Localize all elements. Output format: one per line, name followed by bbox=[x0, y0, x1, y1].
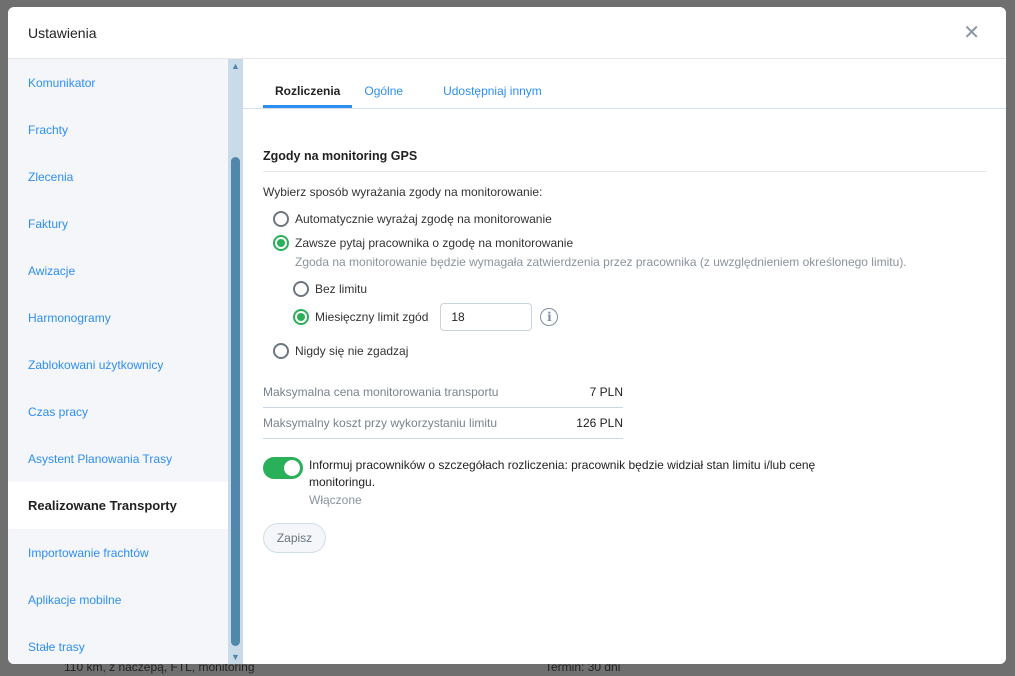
sidebar-item-faktury[interactable]: Faktury bbox=[8, 200, 228, 247]
radio-auto[interactable]: Automatycznie wyrażaj zgodę na monitorow… bbox=[273, 207, 986, 231]
radio-label: Automatycznie wyrażaj zgodę na monitorow… bbox=[295, 212, 552, 226]
sidebar-item-realizowane-transporty[interactable]: Realizowane Transporty bbox=[8, 482, 228, 529]
sidebar-scrollbar[interactable]: ▲ ▼ bbox=[228, 59, 243, 664]
row-label: Maksymalna cena monitorowania transportu bbox=[263, 385, 499, 399]
settings-dialog: Ustawienia ✕ Komunikator Frachty Zleceni… bbox=[8, 7, 1006, 664]
section-title: Zgody na monitoring GPS bbox=[263, 149, 986, 172]
settings-main: Rozliczenia Ogólne Udostępniaj innym Zgo… bbox=[243, 59, 1006, 664]
sidebar-item-zablokowani[interactable]: Zablokowani użytkownicy bbox=[8, 341, 228, 388]
radio-label: Nigdy się nie zgadzaj bbox=[295, 344, 409, 358]
sidebar-item-stale-trasy[interactable]: Stałe trasy bbox=[8, 623, 228, 664]
radio-circle bbox=[273, 343, 289, 359]
inform-setting: Informuj pracowników o szczegółach rozli… bbox=[263, 457, 986, 507]
max-cost-row: Maksymalny koszt przy wykorzystaniu limi… bbox=[263, 408, 623, 439]
row-value: 126 PLN bbox=[576, 416, 623, 430]
sidebar-item-harmonogramy[interactable]: Harmonogramy bbox=[8, 294, 228, 341]
max-price-row: Maksymalna cena monitorowania transportu… bbox=[263, 377, 623, 408]
dialog-header: Ustawienia ✕ bbox=[8, 7, 1006, 59]
radio-circle bbox=[293, 281, 309, 297]
scroll-down-icon[interactable]: ▼ bbox=[231, 652, 240, 662]
toggle-label: Informuj pracowników o szczegółach rozli… bbox=[309, 458, 816, 489]
tab-rozliczenia[interactable]: Rozliczenia bbox=[263, 84, 353, 108]
save-button[interactable]: Zapisz bbox=[263, 523, 326, 553]
tab-bar: Rozliczenia Ogólne Udostępniaj innym bbox=[243, 59, 1006, 109]
radio-label: Bez limitu bbox=[315, 282, 368, 296]
settings-sidebar: Komunikator Frachty Zlecenia Faktury Awi… bbox=[8, 59, 228, 664]
radio-label: Zawsze pytaj pracownika o zgodę na monit… bbox=[295, 236, 574, 250]
tab-udostepniaj[interactable]: Udostępniaj innym bbox=[431, 84, 554, 108]
inform-toggle[interactable] bbox=[263, 457, 303, 479]
sidebar-item-zlecenia[interactable]: Zlecenia bbox=[8, 153, 228, 200]
sidebar-item-czas-pracy[interactable]: Czas pracy bbox=[8, 388, 228, 435]
radio-circle bbox=[273, 211, 289, 227]
radio-ask[interactable]: Zawsze pytaj pracownika o zgodę na monit… bbox=[273, 231, 986, 255]
sidebar-item-importowanie[interactable]: Importowanie frachtów bbox=[8, 529, 228, 576]
sidebar-item-komunikator[interactable]: Komunikator bbox=[8, 59, 228, 106]
sidebar-item-aplikacje[interactable]: Aplikacje mobilne bbox=[8, 576, 228, 623]
toggle-status: Włączone bbox=[309, 493, 362, 507]
scroll-up-icon[interactable]: ▲ bbox=[231, 61, 240, 71]
row-label: Maksymalny koszt przy wykorzystaniu limi… bbox=[263, 416, 498, 430]
tab-ogolne[interactable]: Ogólne bbox=[352, 84, 415, 108]
info-icon[interactable]: i bbox=[540, 308, 559, 326]
sidebar-item-awizacje[interactable]: Awizacje bbox=[8, 247, 228, 294]
radio-circle bbox=[273, 235, 289, 251]
dialog-title: Ustawienia bbox=[28, 24, 97, 41]
radio-never[interactable]: Nigdy się nie zgadzaj bbox=[273, 339, 986, 363]
close-icon[interactable]: ✕ bbox=[963, 20, 980, 45]
monthly-limit-input[interactable] bbox=[440, 303, 533, 331]
radio-monthly-limit[interactable]: Miesięczny limit zgód i bbox=[293, 301, 986, 333]
radio-no-limit[interactable]: Bez limitu bbox=[293, 277, 986, 301]
radio-circle bbox=[293, 309, 309, 325]
consent-lead: Wybierz sposób wyrażania zgody na monito… bbox=[263, 185, 543, 199]
scrollbar-thumb[interactable] bbox=[231, 157, 240, 646]
row-value: 7 PLN bbox=[589, 385, 623, 399]
radio-label: Miesięczny limit zgód bbox=[315, 310, 429, 324]
sidebar-item-asystent[interactable]: Asystent Planowania Trasy bbox=[8, 435, 228, 482]
ask-hint: Zgoda na monitorowanie będzie wymagała z… bbox=[295, 255, 907, 269]
sidebar-item-frachty[interactable]: Frachty bbox=[8, 106, 228, 153]
